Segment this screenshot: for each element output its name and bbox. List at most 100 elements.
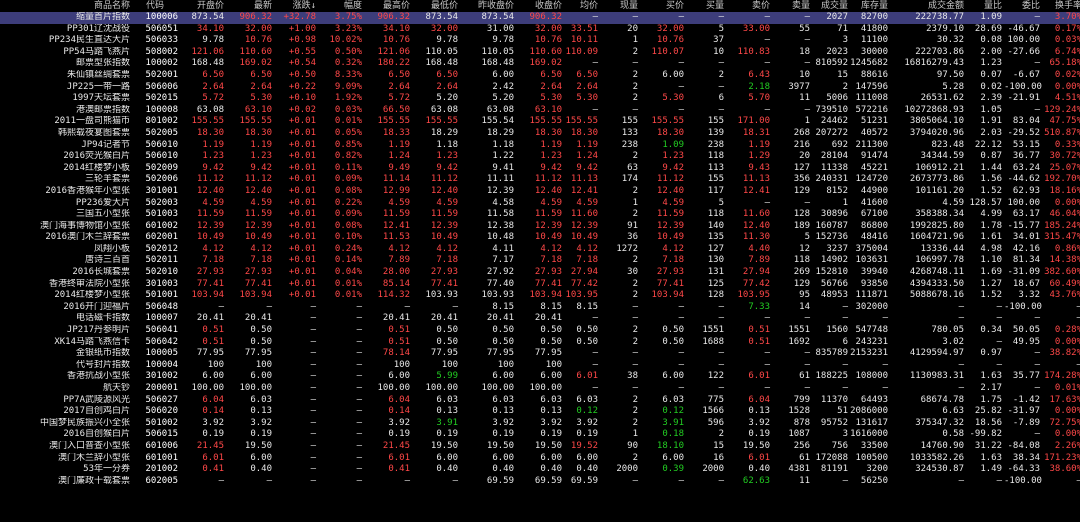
- table-row[interactable]: 2016长城套票 502010 27.93 27.93 +0.01 0.04% 28.00 2…: [0, 267, 1080, 279]
- column-header-code[interactable]: 代码: [132, 0, 180, 12]
- column-header-bid[interactable]: 买价: [640, 0, 686, 12]
- table-row[interactable]: 香港抗战小型张 301002 6.00 6.00 — — 6.00 5.99 6.00 6.00 6…: [0, 371, 1080, 383]
- table-row[interactable]: 金银纸币指数 100005 77.95 77.95 — — 78.14 77.95 77.95 7…: [0, 348, 1080, 360]
- table-row[interactable]: 电话磁卡指数 100007 20.41 20.41— —20.41 20.41 20.41 2…: [0, 313, 1080, 325]
- column-header-high[interactable]: 最高价: [364, 0, 412, 12]
- column-header-bid-volume[interactable]: 买量: [686, 0, 726, 12]
- cell-change: +0.98: [288, 35, 316, 46]
- column-header-name[interactable]: 商品名称: [0, 0, 132, 12]
- table-row[interactable]: 澳门入口普查小型张 601006 21.45 19.50 — — 21.45 19.50 19.…: [0, 441, 1080, 453]
- column-header-ask[interactable]: 卖价: [726, 0, 772, 12]
- cell-ask-volume: 189: [793, 220, 810, 231]
- cell-commission-ratio: -44.62: [1007, 174, 1040, 185]
- table-row[interactable]: 航天钞 200001 100.00 100.00 — — 100.00 100.00 100.0…: [0, 383, 1080, 395]
- table-row[interactable]: 1997天坛套票 502015 5.72 5.30 +0.10 1.92% 5.72 5.20…: [0, 93, 1080, 105]
- table-row[interactable]: PP7A武陵源风光 506027 6.04 6.03 — — 6.04 6.03 6.03 6.0…: [0, 395, 1080, 407]
- table-header-row: 商品名称 代码 开盘价 最新 涨跌↓ 幅度 最高价 最低价 昨收盘价 收盘价 均价 现量 买价 买量 卖价卖…: [0, 0, 1080, 12]
- table-row[interactable]: 2016荧光猴白片 506010 1.23 1.23 +0.01 0.82% 1.24 1.2…: [0, 151, 1080, 163]
- cell-open: —: [218, 475, 224, 486]
- column-header-avg[interactable]: 均价: [564, 0, 600, 12]
- table-row[interactable]: JP94记者节 506010 1.19 1.19 +0.01 0.85% 1.19 1.18 1…: [0, 140, 1080, 152]
- column-header-close[interactable]: 收盘价: [516, 0, 564, 12]
- table-row[interactable]: PP54马踏飞燕片 508002 121.06 110.60 +0.55 0.50% 121…: [0, 47, 1080, 59]
- table-row[interactable]: 2017自创鸡白片 506020 0.14 0.13 — — 0.14 0.13 0.13 0.1…: [0, 406, 1080, 418]
- cell-ask: —: [764, 58, 770, 69]
- table-row[interactable]: 2016开门迎福片 506048 — — — — — — 8.15 8.15 8.15 — — — 7.33…: [0, 302, 1080, 314]
- cell-ask: 18.31: [742, 127, 770, 138]
- cell-volume-now: 38: [627, 371, 638, 382]
- cell-total-volume: 3: [842, 35, 848, 46]
- cell-turnover-amount: 14760.90: [920, 440, 964, 451]
- cell-turnover-rate: 60.49%: [1049, 278, 1080, 289]
- quote-table: 商品名称 代码 开盘价 最新 涨跌↓ 幅度 最高价 最低价 昨收盘价 收盘价 均价 现量 买价 买量 卖价卖…: [0, 0, 1080, 487]
- table-row[interactable]: 澳门廉政十载套票 602005 — — — — — — 69.59 69.59 69.59 — — — 62…: [0, 476, 1080, 488]
- table-row[interactable]: PP234民生直达大片 506033 9.78 10.76 +0.98 10.02% 10.…: [0, 35, 1080, 47]
- cell-volume-now: 2: [632, 151, 638, 162]
- table-row[interactable]: 香港终审法院小型张 301003 77.41 77.41 +0.01 0.01% 85.14…: [0, 279, 1080, 291]
- table-row[interactable]: XK14马踏飞燕信卡 506042 0.51 0.50 — — 0.51 0.50 0.50 0.…: [0, 337, 1080, 349]
- table-row[interactable]: 2011一盘司熊猫币 801002 155.55 155.55 +0.01 0.01% 15…: [0, 116, 1080, 128]
- cell-bid-volume: 1566: [702, 406, 724, 417]
- table-row[interactable]: 澳门木兰辞小型张 601001 6.01 6.00 — — 6.01 6.00 6.00 6.00…: [0, 453, 1080, 465]
- column-header-prev-close[interactable]: 昨收盘价: [460, 0, 516, 12]
- cell-commission-ratio: —: [1034, 348, 1040, 359]
- cell-last: 10.76: [244, 35, 272, 46]
- cell-avg: 12.41: [570, 185, 598, 196]
- table-row[interactable]: JP217丹参明片 506041 0.51 0.50 — — 0.51 0.50 0.50 0.5…: [0, 325, 1080, 337]
- table-row[interactable]: 韩熙载夜宴图套票 502005 18.30 18.30 +0.01 0.05% 18.33 1…: [0, 128, 1080, 140]
- table-row[interactable]: PP301辽沈战役 506051 34.10 32.00 +1.00 3.23% 34.10…: [0, 24, 1080, 36]
- cell-name: 凤翔小板: [93, 243, 130, 254]
- cell-total-volume: 207272: [815, 127, 848, 138]
- cell-commission-ratio: —: [1034, 359, 1040, 370]
- table-row[interactable]: 代号封片指数 100004 100 100— —100 100 100 100— — — — — — — —…: [0, 360, 1080, 372]
- table-row[interactable]: 53年一分券 201002 0.41 0.40 — — 0.41 0.40 0.40 0.40 0.…: [0, 464, 1080, 476]
- cell-total-volume: 835789: [815, 348, 848, 359]
- column-header-commission-ratio[interactable]: 委比: [1004, 0, 1042, 12]
- column-header-volume-now[interactable]: 现量: [600, 0, 640, 12]
- column-header-inventory[interactable]: 库存量: [850, 0, 890, 12]
- table-row[interactable]: 2016澳门木兰辞套票 602001 10.49 10.49 +0.01 0.10% 11.…: [0, 232, 1080, 244]
- column-header-volume-ratio[interactable]: 量比: [966, 0, 1004, 12]
- column-header-change-pct[interactable]: 幅度: [318, 0, 364, 12]
- cell-name: 电话磁卡指数: [75, 313, 130, 324]
- table-row[interactable]: 三国五小型张 501003 11.59 11.59 +0.01 0.09% 11.59 11.…: [0, 209, 1080, 221]
- table-row[interactable]: 2016香港猴年小型张 301001 12.40 12.40 +0.01 0.08% 12.…: [0, 186, 1080, 198]
- column-header-turnover-amount[interactable]: 成交金额: [890, 0, 966, 12]
- cell-low: 12.39: [430, 220, 458, 231]
- table-row[interactable]: 澳门海事博物馆小型张 601002 12.39 12.39 +0.01 0.08% 12.4…: [0, 221, 1080, 233]
- cell-ask: 5.70: [748, 93, 770, 104]
- column-header-total-volume[interactable]: 成交量: [812, 0, 850, 12]
- table-row[interactable]: 朱仙镇丝绸套票 502001 6.50 6.50 +0.50 8.33% 6.50 6.50 6…: [0, 70, 1080, 82]
- table-row[interactable]: 唐诗三百首 502011 7.18 7.18 +0.01 0.14% 7.89 7.18 7.1…: [0, 255, 1080, 267]
- column-header-turnover-rate[interactable]: 换手率: [1042, 0, 1080, 12]
- table-row[interactable]: 2016自创猴白片 506015 0.19 0.19 — — 0.19 0.19 0.19 0.1…: [0, 429, 1080, 441]
- cell-code: 602005: [145, 475, 178, 486]
- column-header-last[interactable]: 最新: [226, 0, 274, 12]
- table-row[interactable]: JP225一带一路 506006 2.64 2.64 +0.22 9.09% 2.64 2.6…: [0, 82, 1080, 94]
- table-row[interactable]: 2014红楼梦小型张 501001 103.94 103.94 +0.01 0.01% 11…: [0, 290, 1080, 302]
- table-row[interactable]: 三轮羊套票 502006 11.12 11.12 +0.01 0.09% 11.14 11.1…: [0, 174, 1080, 186]
- cell-turnover-amount: 101161.20: [915, 185, 964, 196]
- table-row[interactable]: 邮票型张指数 100002 168.48 169.02 +0.54 0.32% 180.22…: [0, 58, 1080, 70]
- table-row[interactable]: 缩量首片指数 100006 873.54 906.32 +32.78 3.75% 906.3…: [0, 12, 1080, 24]
- table-row[interactable]: 2014红楼梦小板 502009 9.42 9.42 +0.01 0.11% 9.49 9.4…: [0, 163, 1080, 175]
- cell-turnover-rate: 6.74%: [1054, 46, 1080, 57]
- table-row[interactable]: 中国梦民族振兴小全张 501002 3.92 3.92 — — 3.92 3.91 3.92 3.…: [0, 418, 1080, 430]
- table-row[interactable]: 港澳邮票指数 100008 63.08 63.10 +0.02 0.03% 66.50 63.…: [0, 105, 1080, 117]
- table-row[interactable]: 凤翔小板 502012 4.12 4.12 +0.01 0.24% 4.12 4.12 4.11…: [0, 244, 1080, 256]
- column-header-change[interactable]: 涨跌↓: [274, 0, 318, 12]
- cell-volume-now: 2: [632, 278, 638, 289]
- cell-low: 7.18: [436, 255, 458, 266]
- cell-ask-volume: 118: [793, 255, 810, 266]
- cell-last: 10.49: [244, 232, 272, 243]
- cell-ask-volume: 269: [793, 267, 810, 278]
- cell-change-pct: 8.33%: [334, 69, 362, 80]
- column-header-open[interactable]: 开盘价: [180, 0, 226, 12]
- cell-high: 7.89: [388, 255, 410, 266]
- column-header-ask-volume[interactable]: 卖量: [772, 0, 812, 12]
- column-header-low[interactable]: 最低价: [412, 0, 460, 12]
- cell-bid: 32.00: [656, 23, 684, 34]
- cell-avg: 2.64: [576, 81, 598, 92]
- table-row[interactable]: PP236爱大片 502003 4.59 4.59 +0.01 0.22% 4.59 4.59…: [0, 198, 1080, 210]
- cell-commission-ratio: —: [1004, 12, 1042, 24]
